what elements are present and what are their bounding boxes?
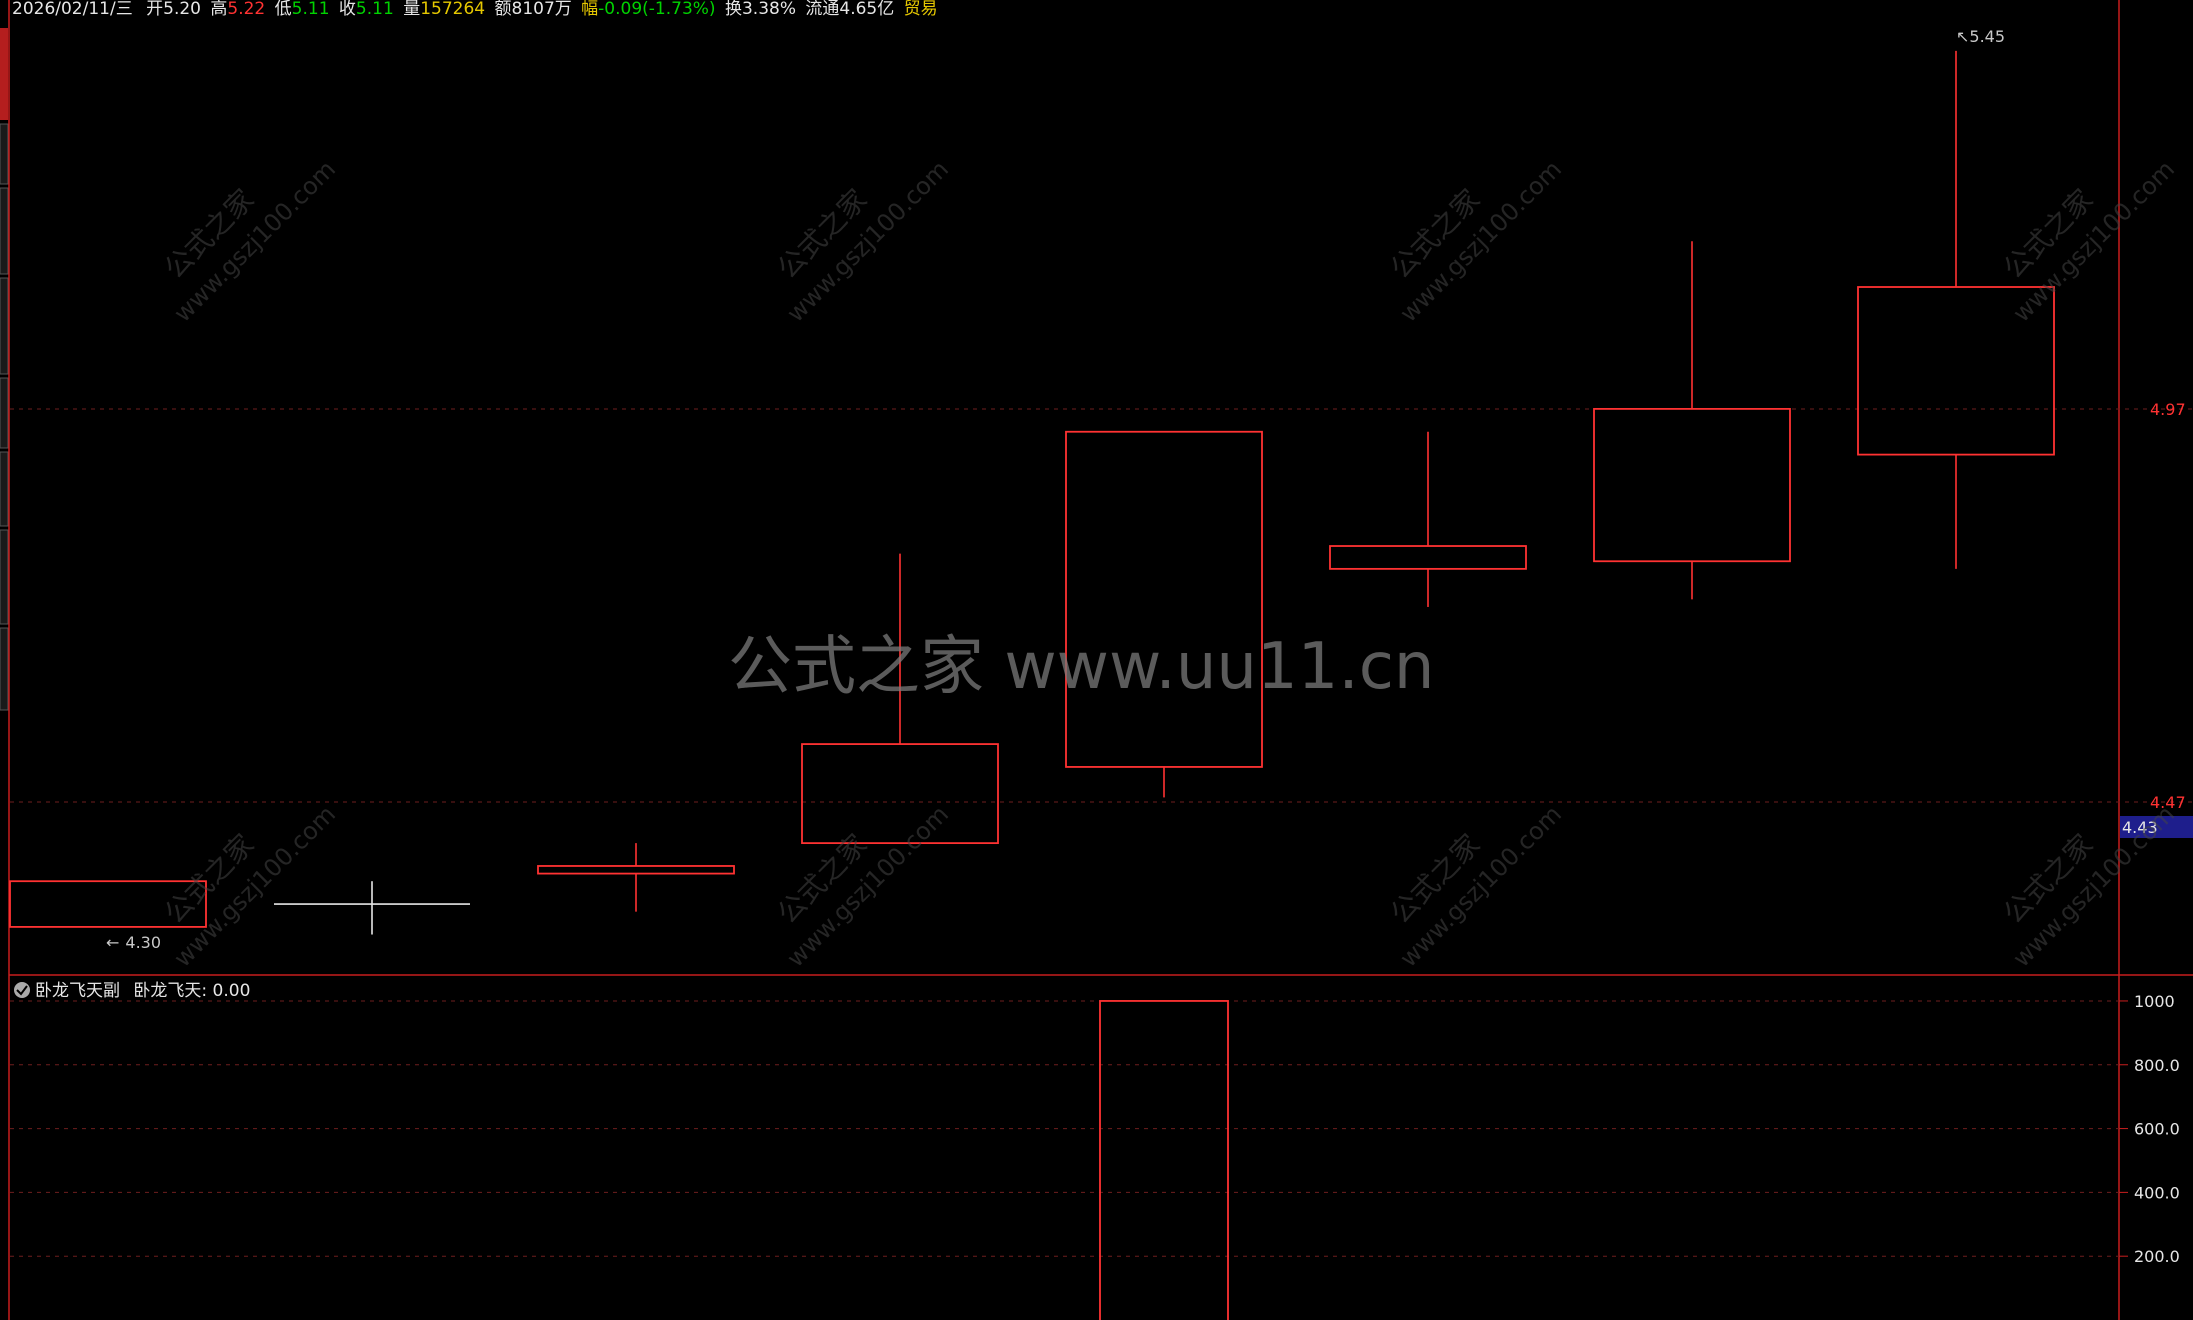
info-close-value: 5.11 <box>356 0 394 19</box>
left-tab-active[interactable] <box>0 28 8 120</box>
left-tab-strip[interactable] <box>0 28 9 711</box>
indicator-title: 卧龙飞天副 卧龙飞天: 0.00 <box>35 981 250 1001</box>
watermark-tile: 公式之家www.gszj100.com <box>1997 155 2180 328</box>
info-bar: 2026/02/11/三 开5.20 高5.22 低5.11 收5.11 量15… <box>12 0 938 19</box>
kline-chart-window[interactable]: 2026/02/11/三 开5.20 高5.22 低5.11 收5.11 量15… <box>0 0 2193 1320</box>
left-tab[interactable] <box>0 187 9 275</box>
arrow-icon: ← <box>106 933 119 952</box>
indicator-series <box>1099 1000 1229 1320</box>
info-high-label: 高 <box>210 0 227 19</box>
info-open-label: 开 <box>146 0 163 19</box>
low-price-marker: ← 4.30 <box>106 933 161 952</box>
watermark-center: 公式之家 www.uu11.cn <box>728 630 1435 704</box>
info-volume-label: 量 <box>403 0 420 19</box>
info-amount-label: 额 <box>495 0 512 19</box>
left-tab[interactable] <box>0 377 9 449</box>
info-volume-value: 157264 <box>420 0 485 19</box>
candle-body <box>1593 407 1791 563</box>
arrow-icon: ↖ <box>1956 27 1969 46</box>
info-change-value: -0.09(-1.73%) <box>598 0 715 19</box>
candle-body <box>801 743 999 845</box>
info-sector: 贸易 <box>904 0 938 19</box>
info-change-label: 幅 <box>581 0 598 19</box>
watermark-tile: 公式之家www.gszj100.com <box>771 155 954 328</box>
indicator-bar <box>1099 1000 1229 1320</box>
indicator-axis-label: 800.0 <box>2134 1056 2180 1075</box>
info-low-value: 5.11 <box>292 0 330 19</box>
price-axis-label: 4.97 <box>2150 400 2186 419</box>
info-open-value: 5.20 <box>163 0 201 19</box>
watermark-layer: 公式之家www.gszj100.com 公式之家www.gszj100.com 公式… <box>158 155 2180 973</box>
high-price-marker: ↖5.45 <box>1956 27 2005 46</box>
info-close-label: 收 <box>339 0 356 19</box>
info-turnover-value: 3.38% <box>742 0 796 19</box>
info-high-value: 5.22 <box>227 0 265 19</box>
info-date: 2026/02/11/三 <box>12 0 133 19</box>
info-amount-value: 8107万 <box>512 0 572 19</box>
watermark-tile: 公式之家www.gszj100.com <box>1384 155 1567 328</box>
low-price-value: 4.30 <box>125 933 161 952</box>
indicator-axis-label: 400.0 <box>2134 1183 2180 1202</box>
left-tab[interactable] <box>0 123 9 185</box>
left-tab[interactable] <box>0 529 9 625</box>
candle-body <box>537 865 735 875</box>
info-turnover-label: 换 <box>725 0 742 19</box>
info-low-label: 低 <box>275 0 292 19</box>
candle-body <box>1065 430 1263 768</box>
left-tab[interactable] <box>0 451 9 527</box>
high-price-value: 5.45 <box>1969 27 2005 46</box>
indicator-toggle-icon[interactable] <box>14 982 30 998</box>
candle-body <box>1329 545 1527 570</box>
left-tab[interactable] <box>0 277 9 375</box>
info-float-label: 流通 <box>805 0 839 19</box>
info-float-value: 4.65亿 <box>839 0 894 19</box>
indicator-axis-label: 1000 <box>2134 992 2175 1011</box>
indicator-axis-label: 600.0 <box>2134 1120 2180 1139</box>
indicator-axis-label: 200.0 <box>2134 1247 2180 1266</box>
indicator-name: 卧龙飞天副 <box>35 981 120 1001</box>
watermark-tile: 公式之家www.gszj100.com <box>158 155 341 328</box>
indicator-grid: 1000 800.0 600.0 400.0 200.0 <box>10 992 2180 1266</box>
left-tab[interactable] <box>0 627 9 711</box>
watermark-tile: 公式之家www.gszj100.com <box>771 800 954 973</box>
indicator-series-label: 卧龙飞天: 0.00 <box>133 981 250 1001</box>
